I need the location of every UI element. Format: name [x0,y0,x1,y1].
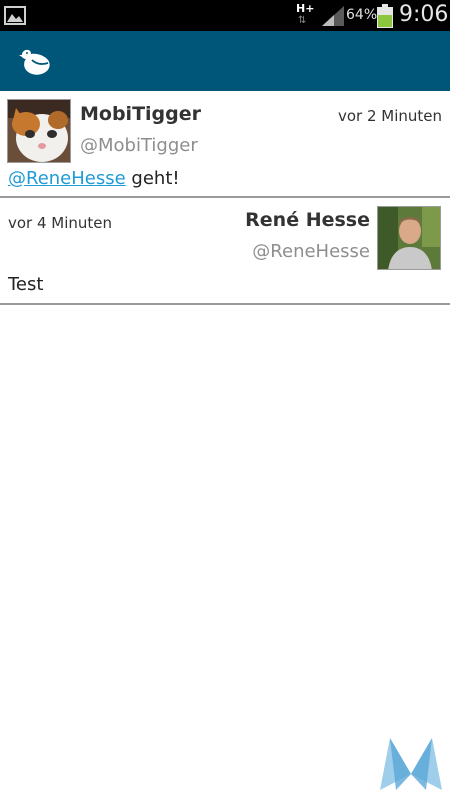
author-handle[interactable]: @MobiTigger [80,135,198,156]
app-bar [0,31,450,91]
author-name[interactable]: René Hesse [245,209,370,231]
tweet-item[interactable]: vor 4 Minuten René Hesse @ReneHesse Test [0,198,450,305]
mobi-logo-icon [380,738,442,790]
signal-strength-icon [322,6,344,26]
status-bar: H+ ⇅ 64% 9:06 [0,0,450,31]
battery-icon [377,4,393,28]
bird-icon[interactable] [18,43,54,79]
avatar[interactable] [377,206,441,270]
clock: 9:06 [399,2,449,27]
timestamp: vor 4 Minuten [8,214,113,232]
timestamp: vor 2 Minuten [337,107,442,125]
data-arrows-icon: ⇅ [298,15,307,26]
tweet-item[interactable]: MobiTigger @MobiTigger vor 2 Minuten @Re… [0,91,450,198]
author-name[interactable]: MobiTigger [80,103,201,125]
person-avatar [378,207,440,269]
battery-percent: 64% [346,7,378,23]
tweet-text: Test [8,274,44,295]
network-type-indicator: H+ ⇅ [296,3,314,28]
network-type-label: H+ [296,2,315,15]
mention-link[interactable]: @ReneHesse [8,168,126,189]
cat-avatar [8,100,70,162]
gallery-notification-icon [4,6,26,25]
tweet-text: @ReneHesse geht! [8,168,180,189]
author-handle[interactable]: @ReneHesse [252,241,370,262]
avatar[interactable] [7,99,71,163]
tweet-text-body: geht! [125,168,180,189]
